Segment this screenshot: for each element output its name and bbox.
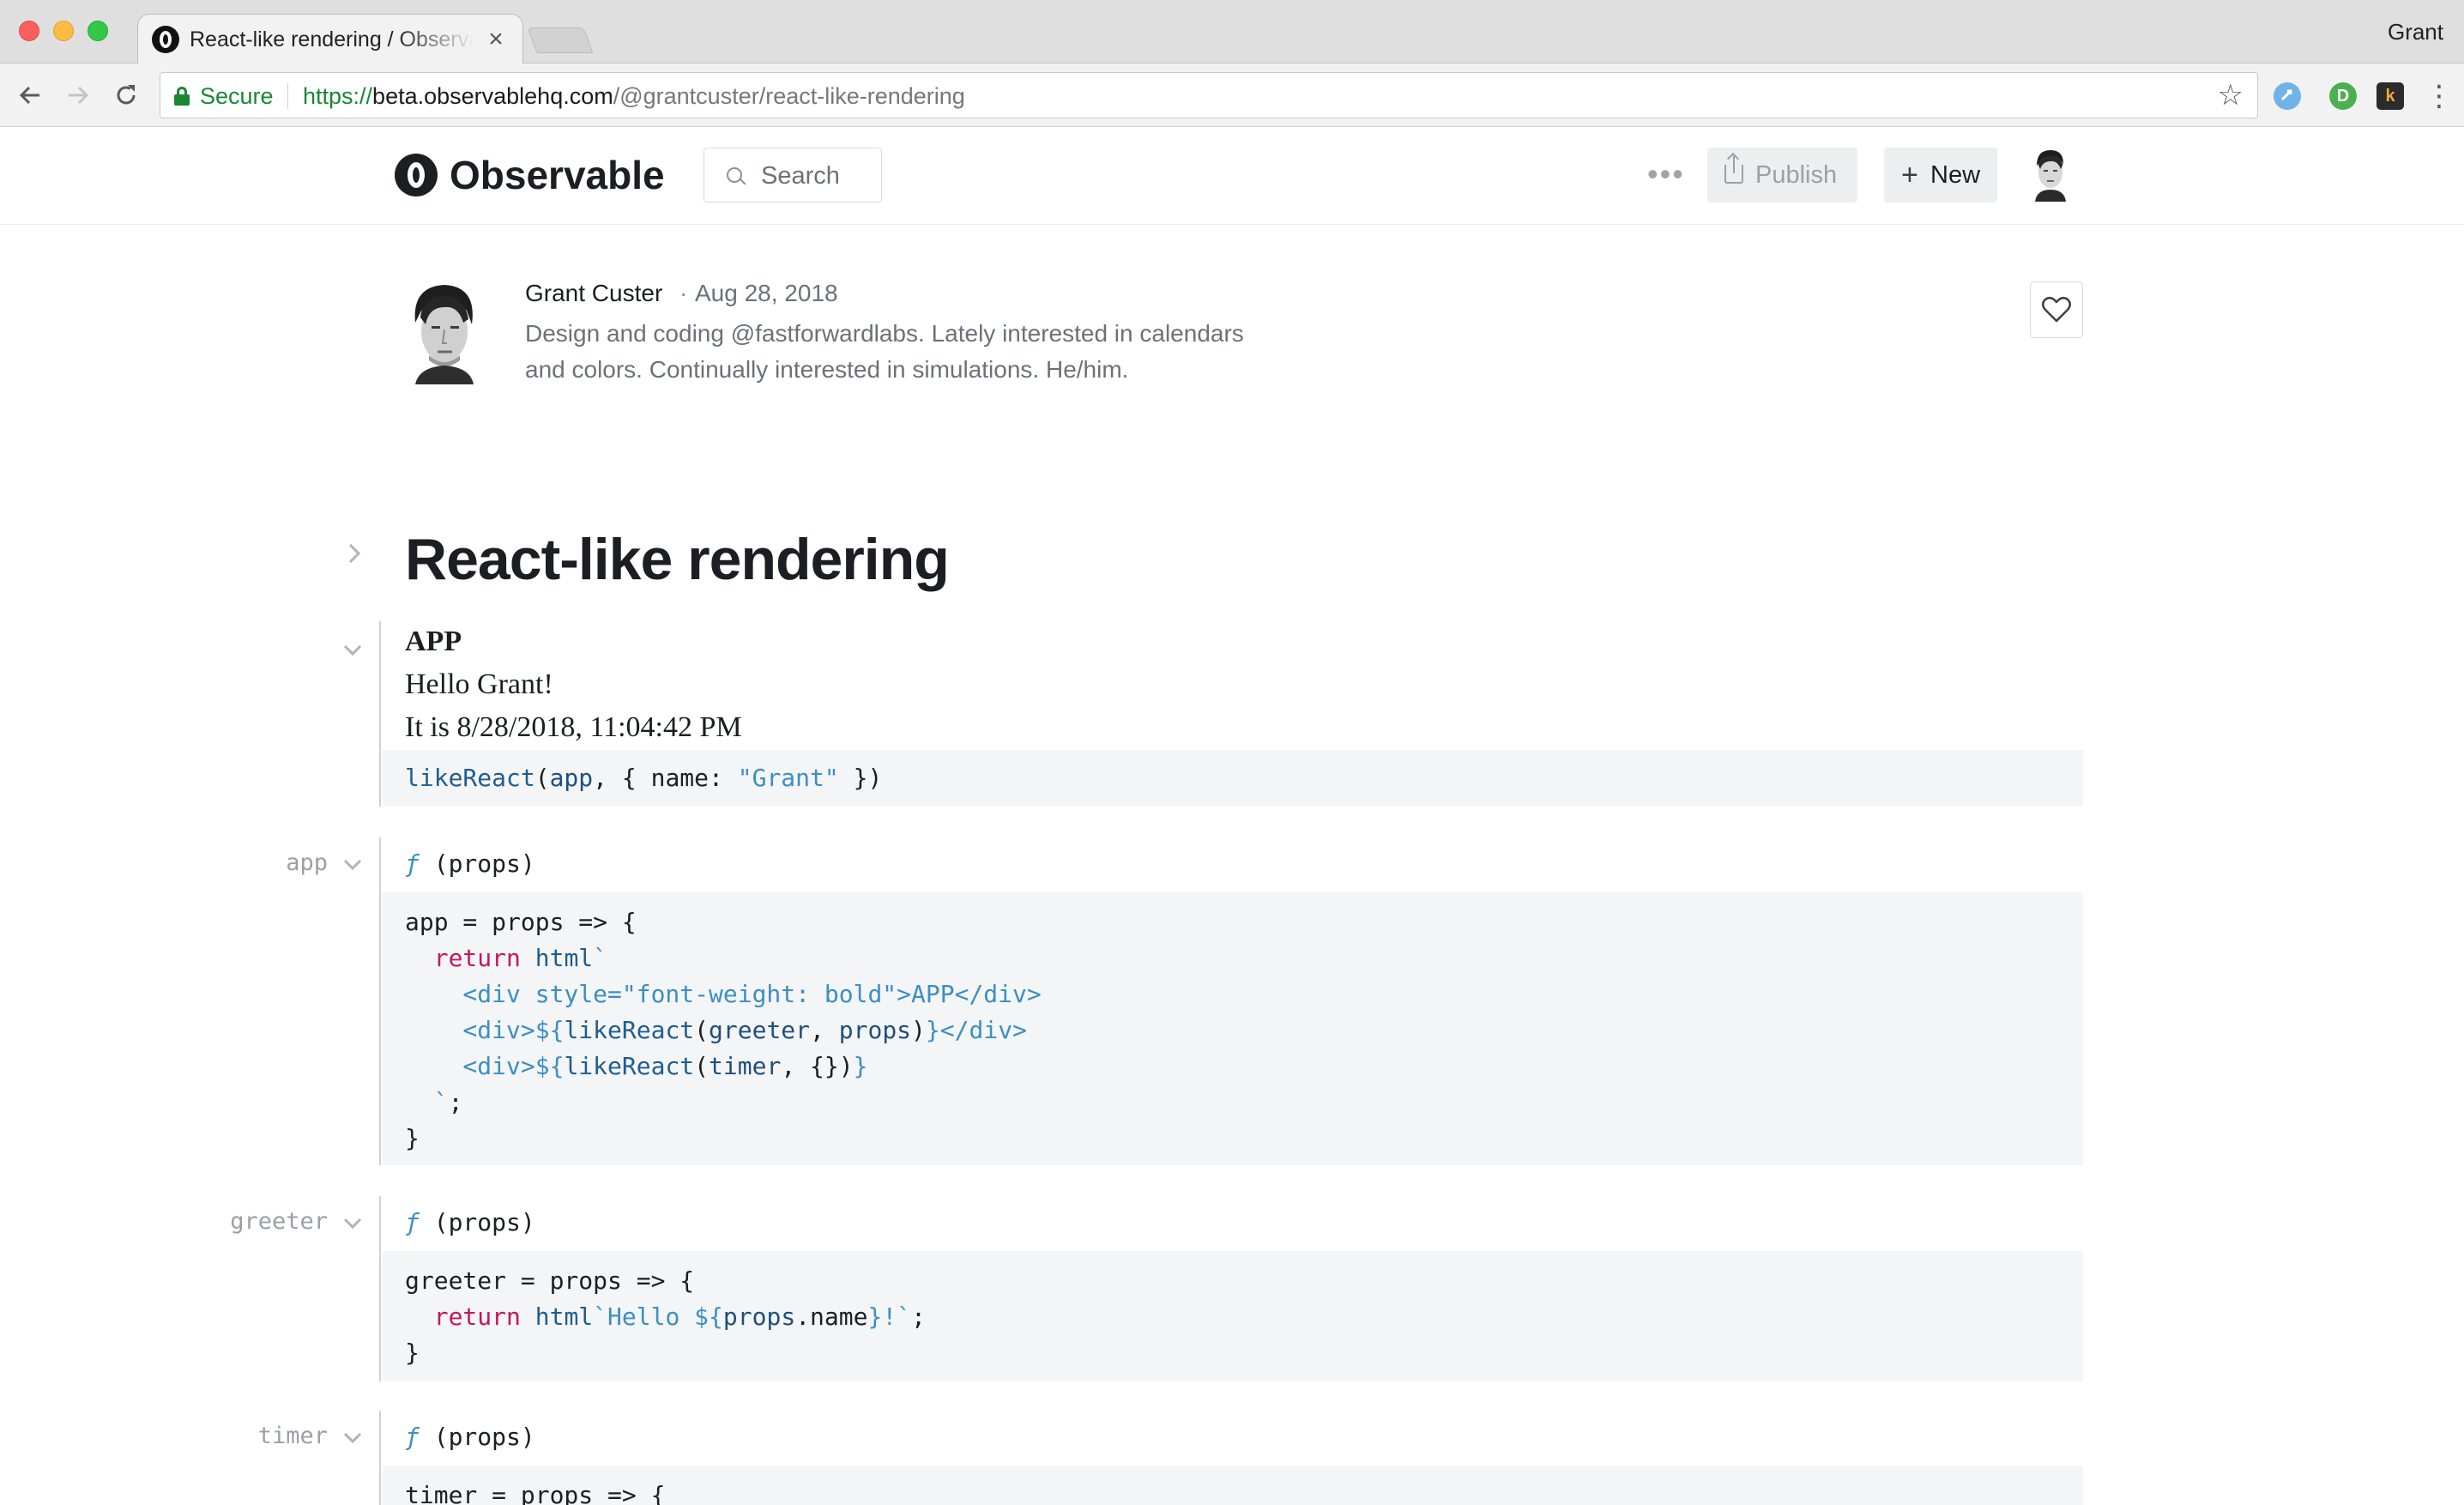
code-line: timer = props => { [405, 1481, 666, 1505]
bookmark-star-icon[interactable]: ☆ [2218, 78, 2244, 112]
reload-icon[interactable] [110, 79, 142, 112]
window-minimize-button[interactable] [53, 21, 74, 41]
publish-label: Publish [1755, 161, 1838, 189]
author-bio-line: and colors. Continually interested in si… [525, 356, 1129, 383]
brand-name[interactable]: Observable [450, 152, 665, 198]
notebook-title[interactable]: React-like rendering [405, 525, 950, 594]
cell-output-heading: APP [405, 626, 462, 657]
window-close-button[interactable] [19, 21, 39, 41]
tab-close-icon[interactable]: × [481, 23, 510, 56]
more-vert-icon[interactable]: ⋮ [2425, 79, 2454, 113]
plus-icon: + [1901, 159, 1918, 191]
observable-logo-icon[interactable] [395, 154, 438, 196]
heart-icon [2042, 297, 2071, 323]
chevron-right-icon[interactable] [343, 541, 364, 566]
author-avatar[interactable] [403, 281, 484, 384]
search-label: Search [761, 162, 840, 190]
observable-favicon-icon [152, 26, 179, 53]
cell-output-text: Hello Grant! [405, 668, 553, 700]
extension-1-icon[interactable] [2274, 82, 2301, 110]
share-upload-icon [1724, 156, 1743, 184]
cell-output-signature: ƒ (props) [405, 1208, 535, 1236]
code-editor[interactable]: greeter = props => { return html`Hello $… [383, 1251, 2083, 1381]
cell-gutter-bar [379, 1196, 381, 1381]
browser-toolbar: Secure https://beta.observablehq.com/@gr… [0, 63, 2464, 127]
forward-arrow-icon[interactable] [62, 79, 94, 112]
cell-gutter-bar [379, 1411, 381, 1505]
extension-3-icon[interactable]: k [2376, 82, 2404, 110]
cell-gutter-bar [379, 837, 381, 1165]
cell-name[interactable]: timer [232, 1423, 328, 1450]
window-maximize-button[interactable] [88, 21, 108, 41]
back-arrow-icon[interactable] [14, 79, 46, 112]
chevron-down-icon[interactable] [341, 856, 364, 873]
cell-gutter-bar [379, 621, 381, 807]
observable-header: Observable Search ••• Publish + New [0, 128, 2464, 225]
publish-date: Aug 28, 2018 [695, 280, 838, 306]
code-editor[interactable]: likeReact(app, { name: "Grant" }) [383, 750, 2083, 807]
code-editor[interactable]: timer = props => { [383, 1466, 2083, 1505]
author-bio: Design and coding @fastforwardlabs. Late… [525, 316, 1297, 388]
url-text[interactable]: https://beta.observablehq.com/@grantcust… [303, 82, 965, 111]
security-label: Secure [200, 83, 274, 109]
browser-tab-active[interactable]: React-like rendering / Observable × [137, 14, 523, 65]
url-scheme: https:// [303, 83, 373, 109]
browser-tab-bar: React-like rendering / Observable × Gran… [0, 0, 2464, 65]
lock-icon [174, 87, 190, 106]
new-label: New [1930, 161, 1981, 189]
cell-output-text: It is 8/28/2018, 11:04:42 PM [405, 711, 742, 743]
cell-output-signature: ƒ (props) [405, 849, 535, 878]
user-avatar[interactable] [2028, 147, 2071, 202]
chevron-down-icon[interactable] [341, 1429, 364, 1447]
extension-2-icon[interactable]: D [2329, 82, 2357, 110]
search-button[interactable]: Search [704, 148, 882, 202]
new-notebook-button[interactable]: + New [1884, 148, 1997, 202]
url-host: beta.observablehq.com [372, 83, 613, 109]
author-bio-line: Design and coding @fastforwardlabs. Late… [525, 320, 1244, 347]
profile-name[interactable]: Grant [2388, 19, 2443, 45]
cell-output-signature: ƒ (props) [405, 1423, 535, 1451]
publish-button[interactable]: Publish [1707, 148, 1857, 202]
chevron-down-icon[interactable] [341, 1215, 364, 1232]
like-button[interactable] [2030, 281, 2083, 338]
cell-name[interactable]: app [249, 849, 328, 877]
cell-name[interactable]: greeter [197, 1208, 328, 1236]
code-line: likeReact(app, { name: "Grant" }) [405, 764, 883, 792]
address-bar[interactable]: Secure https://beta.observablehq.com/@gr… [160, 72, 2258, 118]
code-block-text: app = props => { return html` <div style… [405, 908, 1042, 1152]
author-name[interactable]: Grant Custer [525, 278, 662, 309]
url-path: /@grantcuster/react-like-rendering [613, 83, 965, 109]
chevron-down-icon[interactable] [341, 642, 364, 659]
more-options-icon[interactable]: ••• [1647, 157, 1685, 191]
new-tab-button[interactable] [527, 27, 594, 53]
author-separator: · [679, 280, 688, 306]
search-icon [727, 167, 742, 183]
code-editor[interactable]: app = props => { return html` <div style… [383, 892, 2083, 1165]
code-block-text: greeter = props => { return html`Hello $… [405, 1266, 926, 1367]
